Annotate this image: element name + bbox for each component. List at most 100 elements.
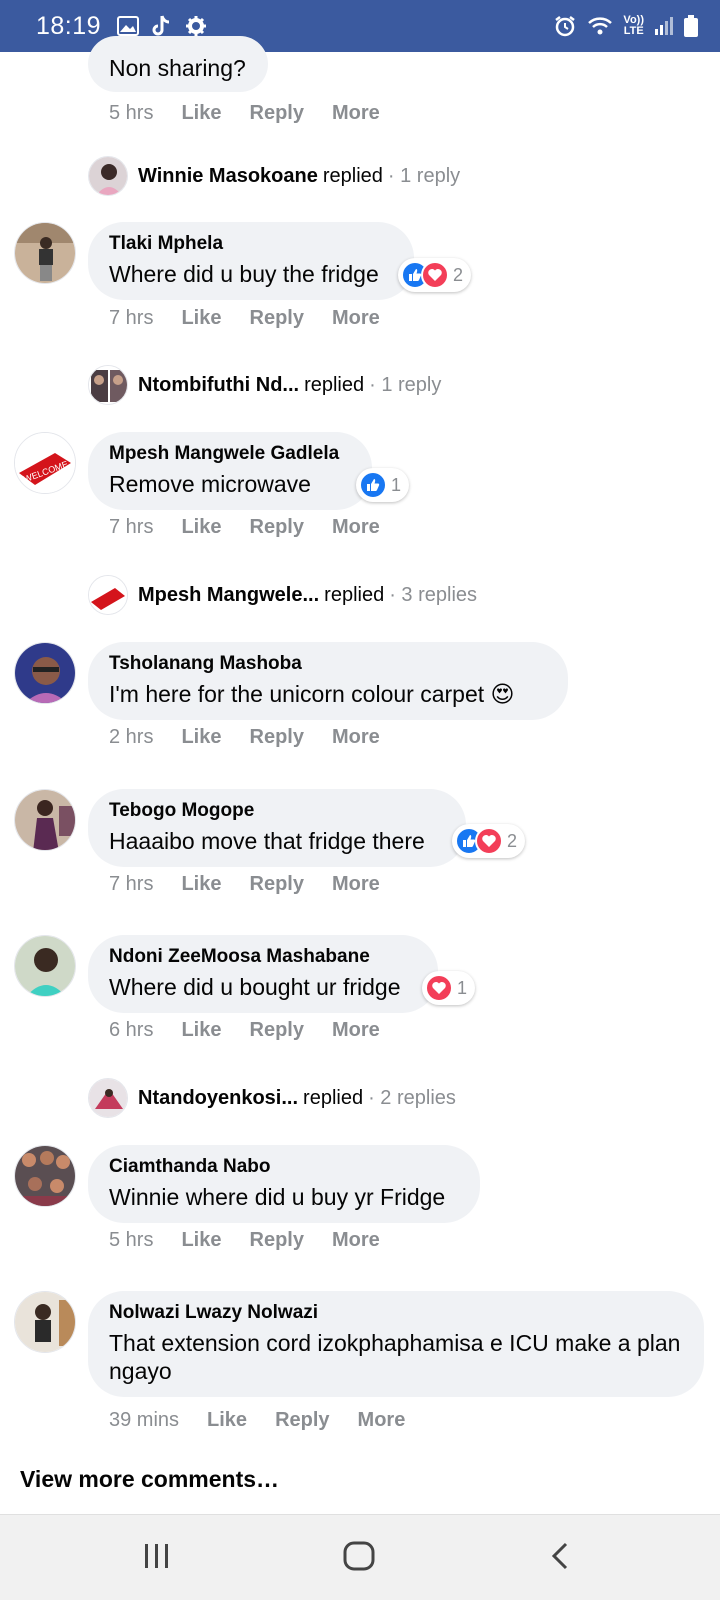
more-button[interactable]: More [358, 1409, 406, 1432]
reply-count: · 2 replies [368, 1086, 456, 1109]
avatar[interactable] [14, 935, 76, 997]
comment-bubble[interactable]: Tsholanang Mashoba I'm here for the unic… [88, 642, 568, 720]
reaction-summary[interactable]: 2 [398, 258, 472, 292]
lte-label: LTE [623, 25, 644, 37]
like-button[interactable]: Like [181, 516, 221, 539]
replied-label: replied [324, 583, 385, 606]
avatar[interactable]: WELCOME [14, 432, 76, 494]
like-button[interactable]: Like [181, 873, 221, 896]
reply-button[interactable]: Reply [250, 307, 304, 330]
comment-time: 6 hrs [109, 1019, 154, 1041]
more-button[interactable]: More [332, 102, 380, 125]
comment-author[interactable]: Nolwazi Lwazy Nolwazi [109, 1302, 682, 1324]
avatar[interactable] [14, 789, 76, 851]
avatar [88, 575, 128, 615]
tiktok-icon [151, 14, 173, 38]
reply-button[interactable]: Reply [250, 1229, 304, 1252]
comment-bubble[interactable]: Ndoni ZeeMoosa Mashabane Where did u bou… [88, 935, 438, 1013]
like-button[interactable]: Like [181, 726, 221, 749]
comment-bubble[interactable]: Nolwazi Lwazy Nolwazi That extension cor… [88, 1291, 704, 1397]
gallery-icon [117, 16, 140, 36]
reaction-count: 1 [457, 977, 468, 998]
comment-bubble[interactable]: Ciamthanda Nabo Winnie where did u buy y… [88, 1145, 480, 1223]
reply-button[interactable]: Reply [250, 873, 304, 896]
more-button[interactable]: More [332, 516, 380, 539]
comment-author[interactable]: Ciamthanda Nabo [109, 1156, 458, 1178]
comment-actions: 7 hrs Like Reply More [109, 307, 408, 330]
replied-label: replied [322, 164, 383, 187]
comment-time: 5 hrs [109, 1229, 154, 1251]
comment-text: Haaaibo move that fridge there [109, 828, 425, 854]
avatar[interactable] [14, 222, 76, 284]
comment-bubble[interactable]: Tebogo Mogope Haaaibo move that fridge t… [88, 789, 466, 867]
replier-name: Ntandoyenkosi... [138, 1086, 299, 1109]
reply-button[interactable]: Reply [275, 1409, 329, 1432]
settings-gear-icon [185, 15, 207, 37]
comment-author[interactable]: Tsholanang Mashoba [109, 653, 546, 675]
reaction-summary[interactable]: 2 [452, 824, 526, 858]
avatar [88, 1078, 128, 1118]
comment-author[interactable]: Tlaki Mphela [109, 233, 392, 255]
like-button[interactable]: Like [181, 1019, 221, 1042]
system-navigation-bar [0, 1514, 720, 1600]
comment-time: 39 mins [109, 1409, 180, 1431]
comment-time: 2 hrs [109, 726, 154, 748]
comment-bubble[interactable]: Tlaki Mphela Where did u buy the fridge [88, 222, 414, 300]
reaction-summary[interactable]: 1 [356, 468, 410, 502]
comment-time: 7 hrs [109, 516, 154, 538]
comment-bubble[interactable]: Non sharing? [88, 36, 268, 92]
replies-link[interactable]: Winnie Masokoane replied · 1 reply [88, 156, 460, 196]
replier-name: Winnie Masokoane [138, 164, 318, 187]
like-button[interactable]: Like [181, 1229, 221, 1252]
reply-button[interactable]: Reply [250, 726, 304, 749]
replies-link[interactable]: Ntombifuthi Nd... replied · 1 reply [88, 365, 441, 405]
battery-icon [684, 15, 698, 37]
comment-actions: 6 hrs Like Reply More [109, 1019, 408, 1042]
reply-count: · 1 reply [387, 164, 461, 187]
more-button[interactable]: More [332, 873, 380, 896]
reaction-summary[interactable]: 1 [422, 971, 476, 1005]
comment-author[interactable]: Tebogo Mogope [109, 800, 444, 822]
more-button[interactable]: More [332, 1229, 380, 1252]
replies-link[interactable]: Mpesh Mangwele... replied · 3 replies [88, 575, 477, 615]
avatar [88, 365, 128, 405]
status-time: 18:19 [36, 11, 102, 40]
back-icon[interactable] [548, 1541, 572, 1576]
replier-name: Ntombifuthi Nd... [138, 373, 300, 396]
wifi-icon [587, 16, 613, 36]
comment-author[interactable]: Mpesh Mangwele Gadlela [109, 443, 350, 465]
recent-apps-icon[interactable] [142, 1541, 172, 1576]
reply-button[interactable]: Reply [250, 1019, 304, 1042]
comment-actions: 5 hrs Like Reply More [109, 1229, 408, 1252]
more-button[interactable]: More [332, 1019, 380, 1042]
avatar[interactable] [14, 1291, 76, 1353]
more-button[interactable]: More [332, 307, 380, 330]
like-button[interactable]: Like [207, 1409, 247, 1432]
like-button[interactable]: Like [181, 307, 221, 330]
comment-time: 5 hrs [109, 102, 154, 124]
alarm-icon [553, 14, 577, 38]
like-reaction-icon [359, 471, 387, 499]
reply-count: · 1 reply [369, 373, 442, 396]
replies-link[interactable]: Ntandoyenkosi... replied · 2 replies [88, 1078, 456, 1118]
reply-button[interactable]: Reply [250, 102, 304, 125]
reply-button[interactable]: Reply [250, 516, 304, 539]
comment-time: 7 hrs [109, 873, 154, 895]
comment-text: Where did u buy the fridge [109, 261, 379, 287]
love-reaction-icon [425, 974, 453, 1002]
more-button[interactable]: More [332, 726, 380, 749]
comment-text: I'm here for the unicorn colour carpet 😍 [109, 681, 515, 707]
comment-author[interactable]: Ndoni ZeeMoosa Mashabane [109, 946, 416, 968]
avatar[interactable] [14, 1145, 76, 1207]
comment-text: Remove microwave [109, 471, 311, 497]
comment-text: Where did u bought ur fridge [109, 974, 401, 1000]
avatar[interactable] [14, 642, 76, 704]
comment-bubble[interactable]: Mpesh Mangwele Gadlela Remove microwave [88, 432, 372, 510]
comment-text: Non sharing? [109, 55, 246, 81]
avatar [88, 156, 128, 196]
view-more-comments-link[interactable]: View more comments… [20, 1466, 279, 1493]
replied-label: replied [303, 1086, 364, 1109]
reaction-count: 1 [391, 474, 402, 495]
like-button[interactable]: Like [181, 102, 221, 125]
home-icon[interactable] [342, 1541, 376, 1576]
